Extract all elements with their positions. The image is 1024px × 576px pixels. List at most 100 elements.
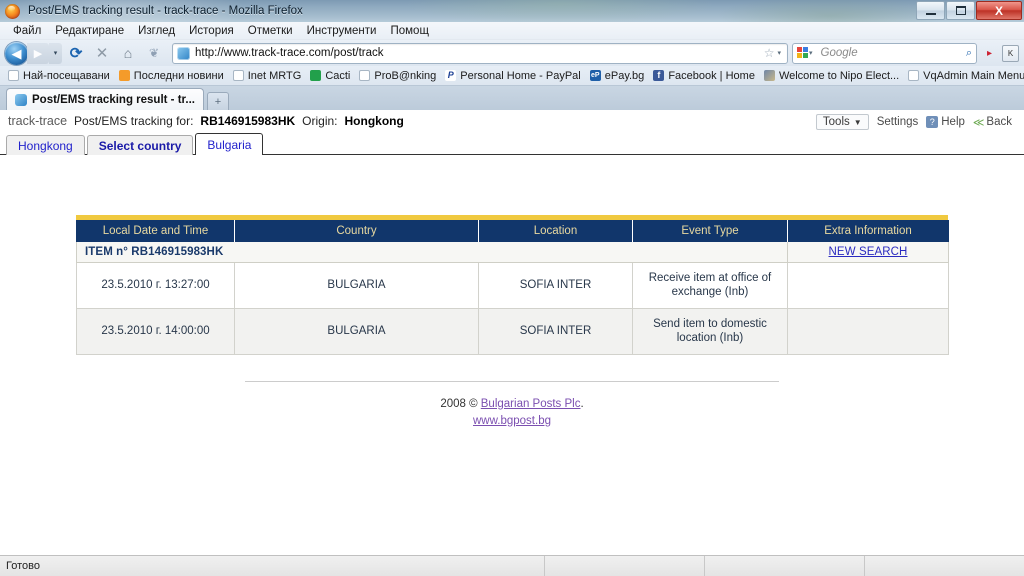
search-engine-dropdown-icon[interactable]: ▾ xyxy=(809,49,815,57)
search-input[interactable]: Google xyxy=(821,47,858,59)
tools-label: Tools xyxy=(822,116,850,128)
stop-icon[interactable]: ✕ xyxy=(90,42,114,64)
close-button[interactable]: X xyxy=(976,1,1022,20)
cacti-icon xyxy=(310,70,322,81)
column-header-datetime: Local Date and Time xyxy=(76,220,235,242)
status-bar-panels xyxy=(544,556,1024,576)
copyright-prefix: 2008 © xyxy=(440,397,481,410)
cell-extra xyxy=(787,307,949,355)
menu-edit[interactable]: Редактиране xyxy=(48,24,131,38)
company-link[interactable]: Bulgarian Posts Plc xyxy=(481,398,581,410)
address-bar[interactable]: http://www.track-trace.com/post/track ☆ … xyxy=(172,42,788,64)
item-number-label: ITEM n° RB146915983HK xyxy=(76,242,788,263)
bookmark-latest-news[interactable]: Последни новини xyxy=(115,69,228,83)
minimize-button[interactable] xyxy=(916,1,945,20)
bookmark-cacti[interactable]: Cacti xyxy=(306,69,354,83)
navigation-toolbar: ◀ ▶ ▾ ⟳ ✕ ⌂ ❦ http://www.track-trace.com… xyxy=(0,40,1024,66)
bookmark-star-icon[interactable]: ☆ xyxy=(761,46,778,60)
table-row: 23.5.2010 г. 13:27:00 BULGARIA SOFIA INT… xyxy=(76,262,949,309)
menubar: Файл Редактиране Изглед История Отметки … xyxy=(0,22,1024,40)
menu-file[interactable]: Файл xyxy=(6,24,48,38)
reload-icon[interactable]: ⟳ xyxy=(64,42,88,64)
table-body: 23.5.2010 г. 13:27:00 BULGARIA SOFIA INT… xyxy=(76,262,949,355)
column-header-country: Country xyxy=(234,220,479,242)
table-row: 23.5.2010 г. 14:00:00 BULGARIA SOFIA INT… xyxy=(76,307,949,355)
bookmark-label: VqAdmin Main Menu xyxy=(923,69,1024,82)
column-header-extra-information: Extra Information xyxy=(787,220,949,242)
maximize-button[interactable] xyxy=(946,1,975,20)
menu-tools[interactable]: Инструменти xyxy=(300,24,384,38)
bookmark-vqadmin[interactable]: VqAdmin Main Menu xyxy=(904,69,1024,83)
minimize-icon xyxy=(925,12,936,15)
addon-icon[interactable]: K xyxy=(1002,44,1019,62)
status-panel xyxy=(864,556,1024,576)
tab-strip: Post/EMS tracking result - tr... + xyxy=(0,86,1024,110)
settings-link[interactable]: Settings xyxy=(877,116,919,128)
help-icon: ? xyxy=(926,116,939,128)
country-tabs: Hongkong Select country Bulgaria xyxy=(0,133,1024,155)
footer-copyright: 2008 © Bulgarian Posts Plc. xyxy=(245,396,779,413)
chevron-down-icon: ▼ xyxy=(853,117,862,127)
back-button[interactable]: ◀ xyxy=(5,41,28,65)
tracking-for-label: Post/EMS tracking for: xyxy=(74,114,194,128)
tab-active[interactable]: Post/EMS tracking result - tr... xyxy=(6,88,204,110)
forward-button[interactable]: ▶ xyxy=(27,42,49,64)
facebook-icon: f xyxy=(653,70,665,81)
bookmark-label: Facebook | Home xyxy=(668,69,755,82)
cell-datetime: 23.5.2010 г. 13:27:00 xyxy=(76,262,235,309)
tab-label: Post/EMS tracking result - tr... xyxy=(32,93,195,106)
new-tab-button[interactable]: + xyxy=(206,92,229,110)
country-tab-select-country[interactable]: Select country xyxy=(86,135,194,155)
page-icon xyxy=(359,70,371,81)
origin-label: Origin: xyxy=(302,114,338,128)
firefox-logo-icon xyxy=(5,3,20,19)
bookmark-epay[interactable]: eP ePay.bg xyxy=(586,69,649,83)
menu-history[interactable]: История xyxy=(182,24,241,38)
bookmark-nipo[interactable]: Welcome to Nipo Elect... xyxy=(760,69,903,83)
bookmark-label: Welcome to Nipo Elect... xyxy=(778,69,900,82)
back-link[interactable]: ≪ Back xyxy=(973,116,1012,129)
bookmark-inet-mrtg[interactable]: Inet MRTG xyxy=(229,69,306,83)
cell-country: BULGARIA xyxy=(234,307,479,355)
image-icon xyxy=(763,70,775,81)
cell-event-type: Send item to domestic location (Inb) xyxy=(632,307,788,355)
bookmark-label: ePay.bg xyxy=(604,69,645,82)
back-forward-group: ◀ ▶ ▾ xyxy=(5,41,62,65)
site-link[interactable]: www.bgpost.bg xyxy=(473,415,551,427)
kaspersky-icon[interactable]: ▸ xyxy=(981,45,998,62)
window-controls: X xyxy=(916,1,1022,20)
country-tab-hongkong[interactable]: Hongkong xyxy=(6,135,85,155)
page-icon xyxy=(232,70,244,81)
tools-button[interactable]: Tools ▼ xyxy=(815,114,869,130)
bookmark-probanking[interactable]: ProB@nking xyxy=(355,69,440,83)
home-icon[interactable]: ⌂ xyxy=(116,42,140,64)
window-titlebar: Post/EMS tracking result - track-trace -… xyxy=(0,0,1024,22)
item-header-row: ITEM n° RB146915983HK NEW SEARCH xyxy=(76,242,949,263)
bookmark-label: Inet MRTG xyxy=(247,69,302,82)
bookmark-most-visited[interactable]: Най-посещавани xyxy=(4,69,114,83)
paypal-icon: P xyxy=(445,70,457,81)
page-footer: 2008 © Bulgarian Posts Plc. www.bgpost.b… xyxy=(245,380,779,431)
status-text: Готово xyxy=(6,560,40,572)
menu-bookmarks[interactable]: Отметки xyxy=(241,24,300,38)
address-dropdown-icon[interactable]: ▾ xyxy=(777,49,783,57)
bookmark-label: ProB@nking xyxy=(374,69,437,82)
site-identity-icon xyxy=(177,46,190,60)
site-brand: track-trace xyxy=(8,114,68,128)
status-panel xyxy=(704,556,864,576)
bookmark-paypal[interactable]: P Personal Home - PayPal xyxy=(441,69,584,83)
browser-window: Post/EMS tracking result - track-trace -… xyxy=(0,0,1024,576)
bookmark-facebook[interactable]: f Facebook | Home xyxy=(649,69,759,83)
country-tab-bulgaria[interactable]: Bulgaria xyxy=(195,133,264,155)
search-bar[interactable]: ▾ Google ⌕ xyxy=(792,42,977,64)
new-search-link[interactable]: NEW SEARCH xyxy=(829,246,908,258)
menu-view[interactable]: Изглед xyxy=(131,24,182,38)
menu-help[interactable]: Помощ xyxy=(383,24,435,38)
help-link[interactable]: ? Help xyxy=(926,116,965,128)
most-visited-icon xyxy=(8,70,19,81)
search-icon[interactable]: ⌕ xyxy=(966,47,972,60)
history-dropdown-icon[interactable]: ▾ xyxy=(49,42,62,64)
footer-divider xyxy=(245,380,779,382)
bookmark-label: Най-посещавани xyxy=(23,69,110,82)
heart-icon[interactable]: ❦ xyxy=(142,42,166,64)
